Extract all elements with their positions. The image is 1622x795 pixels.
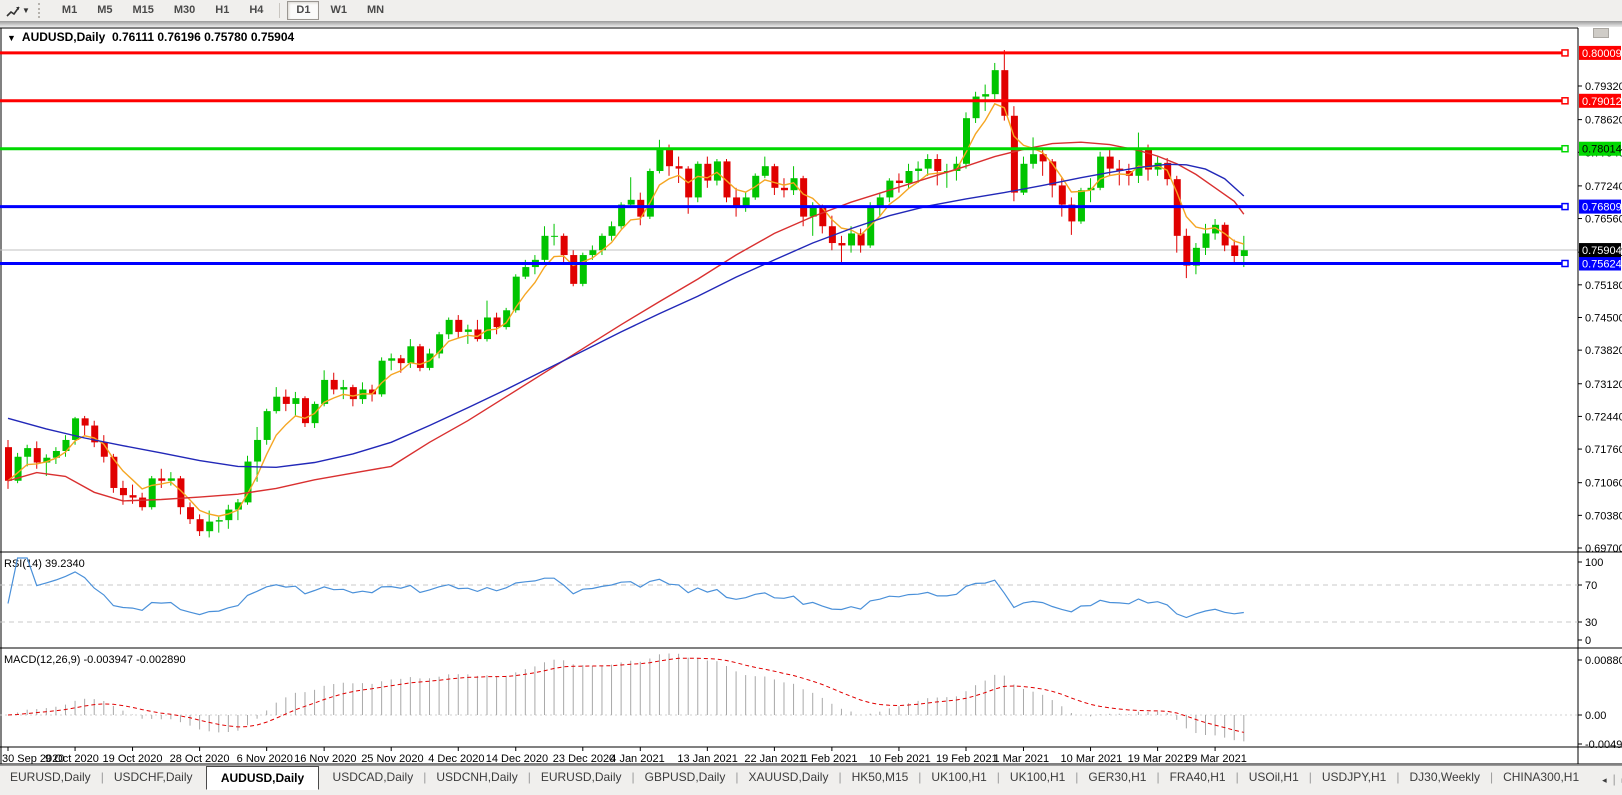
svg-text:0.008807: 0.008807 bbox=[1585, 655, 1622, 667]
svg-text:0.73120: 0.73120 bbox=[1585, 379, 1622, 391]
svg-text:19 Mar 2021: 19 Mar 2021 bbox=[1128, 753, 1190, 765]
tab-eurusd-daily[interactable]: EURUSD,Daily bbox=[531, 767, 632, 788]
svg-text:0.72440: 0.72440 bbox=[1585, 411, 1622, 423]
svg-text:0.77240: 0.77240 bbox=[1585, 181, 1622, 193]
svg-text:MACD(12,26,9) -0.003947 -0.002: MACD(12,26,9) -0.003947 -0.002890 bbox=[4, 654, 186, 666]
tab-usdjpy-h1[interactable]: USDJPY,H1 bbox=[1312, 767, 1396, 788]
svg-text:0.75624: 0.75624 bbox=[1582, 259, 1622, 271]
svg-text:70: 70 bbox=[1585, 580, 1597, 592]
chart-title: ▼ AUDUSD,Daily 0.76111 0.76196 0.75780 0.… bbox=[7, 30, 294, 44]
svg-text:16 Nov 2020: 16 Nov 2020 bbox=[294, 753, 356, 765]
svg-text:0.74500: 0.74500 bbox=[1585, 312, 1622, 324]
svg-text:29 Mar 2021: 29 Mar 2021 bbox=[1185, 753, 1247, 765]
svg-text:6 Nov 2020: 6 Nov 2020 bbox=[237, 753, 293, 765]
tab-usdcnh-daily[interactable]: USDCNH,Daily bbox=[426, 767, 527, 788]
chart-dropdown-icon[interactable]: ▼ bbox=[7, 33, 16, 43]
svg-text:-0.004961: -0.004961 bbox=[1585, 739, 1622, 751]
chart-symbol-label: AUDUSD,Daily bbox=[22, 30, 105, 44]
svg-text:0.75904: 0.75904 bbox=[1582, 245, 1622, 257]
svg-text:9 Oct 2020: 9 Oct 2020 bbox=[45, 753, 99, 765]
svg-text:100: 100 bbox=[1585, 557, 1603, 569]
tab-gbpusd-daily[interactable]: GBPUSD,Daily bbox=[635, 767, 736, 788]
ohlc-close: 0.75904 bbox=[251, 30, 294, 44]
svg-text:0.70380: 0.70380 bbox=[1585, 510, 1622, 522]
svg-text:28 Oct 2020: 28 Oct 2020 bbox=[170, 753, 230, 765]
tab-eurusd-daily[interactable]: EURUSD,Daily bbox=[0, 767, 101, 788]
price-line-label: 0.76809 bbox=[1579, 200, 1622, 214]
tab-scroll-left-icon[interactable]: ◂ bbox=[1602, 775, 1607, 785]
svg-text:0.00: 0.00 bbox=[1585, 710, 1606, 722]
current-price-label: 0.75904 bbox=[1579, 243, 1622, 257]
ohlc-high: 0.76196 bbox=[157, 30, 200, 44]
tab-hk50-m15[interactable]: HK50,M15 bbox=[842, 767, 919, 788]
svg-text:1 Mar 2021: 1 Mar 2021 bbox=[993, 753, 1049, 765]
svg-text:0.76809: 0.76809 bbox=[1582, 202, 1622, 214]
svg-text:0.78620: 0.78620 bbox=[1585, 115, 1622, 127]
ohlc-open: 0.76111 bbox=[112, 30, 154, 44]
tab-uk100-h1[interactable]: UK100,H1 bbox=[1000, 767, 1075, 788]
svg-text:0.71060: 0.71060 bbox=[1585, 478, 1622, 490]
axis-scroll-grip[interactable] bbox=[1593, 28, 1609, 38]
price-line-label: 0.78014 bbox=[1579, 142, 1622, 156]
svg-text:13 Jan 2021: 13 Jan 2021 bbox=[677, 753, 738, 765]
ohlc-low: 0.75780 bbox=[204, 30, 247, 44]
svg-text:19 Oct 2020: 19 Oct 2020 bbox=[103, 753, 163, 765]
svg-text:30: 30 bbox=[1585, 617, 1597, 629]
svg-text:1 Feb 2021: 1 Feb 2021 bbox=[802, 753, 858, 765]
tab-xauusd-daily[interactable]: XAUUSD,Daily bbox=[738, 767, 838, 788]
chart-frame bbox=[0, 28, 1622, 764]
svg-text:4 Jan 2021: 4 Jan 2021 bbox=[610, 753, 664, 765]
svg-text:23 Dec 2020: 23 Dec 2020 bbox=[553, 753, 615, 765]
price-line-label: 0.80009 bbox=[1579, 46, 1622, 60]
svg-text:0.79012: 0.79012 bbox=[1582, 96, 1622, 108]
tab-audusd-daily[interactable]: AUDUSD,Daily bbox=[206, 766, 319, 790]
tab-usdchf-daily[interactable]: USDCHF,Daily bbox=[104, 767, 203, 788]
svg-text:14 Dec 2020: 14 Dec 2020 bbox=[486, 753, 548, 765]
tab-china300-h1[interactable]: CHINA300,H1 bbox=[1493, 767, 1589, 788]
tab-ger30-h1[interactable]: GER30,H1 bbox=[1078, 767, 1156, 788]
svg-text:0.76560: 0.76560 bbox=[1585, 214, 1622, 226]
svg-text:10 Feb 2021: 10 Feb 2021 bbox=[869, 753, 931, 765]
tab-uk100-h1[interactable]: UK100,H1 bbox=[921, 767, 996, 788]
tab-usdcad-daily[interactable]: USDCAD,Daily bbox=[323, 767, 424, 788]
tab-dj30-weekly[interactable]: DJ30,Weekly bbox=[1399, 767, 1489, 788]
svg-text:0.75180: 0.75180 bbox=[1585, 280, 1622, 292]
price-line-label: 0.75624 bbox=[1579, 257, 1622, 271]
price-line-label: 0.79012 bbox=[1579, 94, 1622, 108]
svg-text:0.80009: 0.80009 bbox=[1582, 48, 1622, 60]
tab-usoil-h1[interactable]: USOil,H1 bbox=[1239, 767, 1309, 788]
svg-text:22 Jan 2021: 22 Jan 2021 bbox=[744, 753, 805, 765]
svg-text:4 Dec 2020: 4 Dec 2020 bbox=[428, 753, 484, 765]
svg-text:0.73820: 0.73820 bbox=[1585, 345, 1622, 357]
svg-text:25 Nov 2020: 25 Nov 2020 bbox=[361, 753, 423, 765]
svg-text:19 Feb 2021: 19 Feb 2021 bbox=[936, 753, 998, 765]
chart-canvas[interactable]: 0.793200.786200.779400.772400.765600.758… bbox=[0, 0, 1622, 795]
tab-fra40-h1[interactable]: FRA40,H1 bbox=[1160, 767, 1236, 788]
svg-text:0.71760: 0.71760 bbox=[1585, 444, 1622, 456]
svg-text:0.69700: 0.69700 bbox=[1585, 543, 1622, 555]
svg-text:0.78014: 0.78014 bbox=[1582, 144, 1622, 156]
svg-text:10 Mar 2021: 10 Mar 2021 bbox=[1061, 753, 1123, 765]
svg-text:0: 0 bbox=[1585, 635, 1591, 647]
symbol-tabbar: EURUSD,Daily|USDCHF,Daily AUDUSD,Daily U… bbox=[0, 765, 1622, 795]
svg-text:0.79320: 0.79320 bbox=[1585, 81, 1622, 93]
